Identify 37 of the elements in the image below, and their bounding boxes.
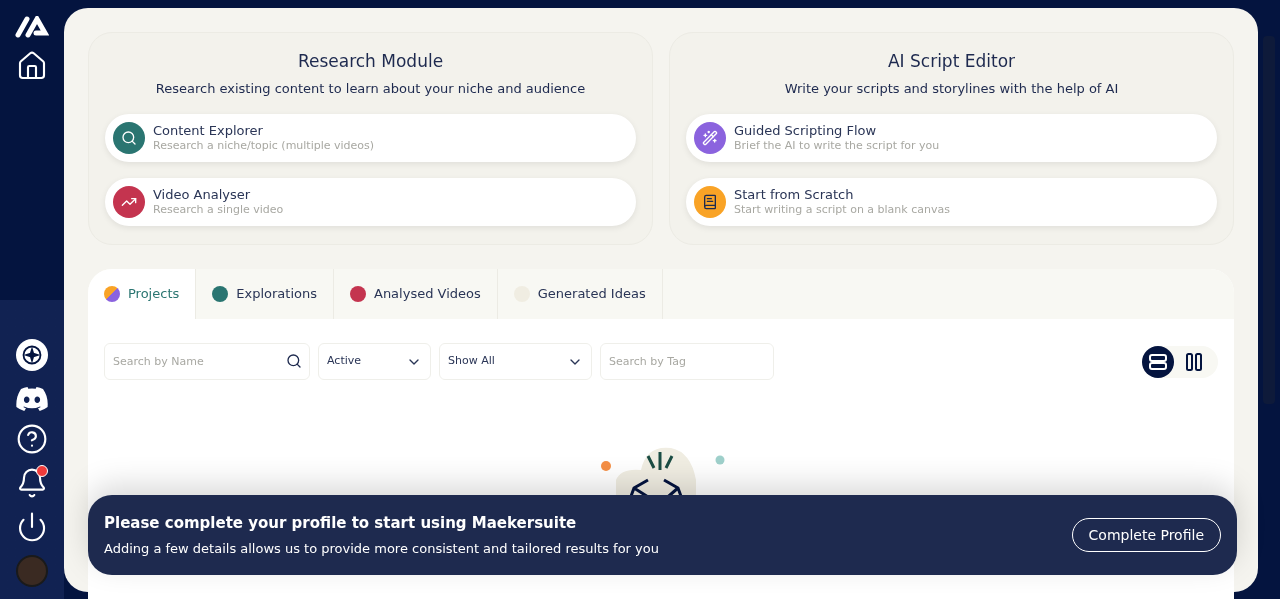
option-title: Guided Scripting Flow — [734, 123, 878, 140]
notebook-icon — [702, 194, 718, 210]
module-subtitle: Write your scripts and storylines with the help of AI — [783, 79, 1120, 98]
module-option[interactable]: Guided Scripting Flow Brief the AI to write the script for you — [686, 114, 1217, 162]
search-icon — [121, 130, 137, 146]
option-subtitle: Brief the AI to write the script for you — [734, 139, 940, 153]
home-icon[interactable] — [16, 50, 48, 82]
option-subtitle: Start writing a script on a blank canvas — [734, 203, 950, 217]
notification-button[interactable] — [16, 467, 48, 499]
option-subtitle: Research a single video — [153, 203, 284, 217]
show-dropdown[interactable]: Show All — [439, 343, 592, 380]
module-option[interactable]: Start from Scratch Start writing a script on a blank canvas — [686, 178, 1217, 226]
logo-icon[interactable] — [15, 16, 49, 38]
columns-icon — [1184, 351, 1204, 372]
search-icon — [286, 353, 302, 369]
option-subtitle: Research a niche/topic (multiple videos) — [153, 139, 375, 153]
banner-text: Adding a few details allows us to provide more consistent and tailored results for you — [104, 539, 660, 558]
magic-wand-icon — [702, 130, 718, 146]
module-title: Research Module — [296, 50, 445, 73]
power-icon[interactable] — [16, 511, 48, 543]
sparkle-button[interactable] — [16, 339, 48, 371]
option-title: Video Analyser — [153, 187, 252, 204]
option-title: Content Explorer — [153, 123, 264, 140]
name-search-field[interactable]: Search by Name — [104, 343, 310, 380]
help-icon[interactable] — [16, 423, 48, 455]
tag-search-field[interactable]: Search by Tag — [600, 343, 774, 380]
tab[interactable]: Projects — [88, 269, 197, 319]
list-view-button[interactable] — [1142, 345, 1174, 378]
banner-title: Please complete your profile to start using Maekersuite — [104, 513, 578, 534]
chat-controller-icon[interactable] — [16, 387, 48, 411]
module-subtitle: Research existing content to learn about your niche and audience — [154, 79, 587, 98]
module-option[interactable]: Video Analyser Research a single video — [105, 178, 636, 226]
module-title: AI Script Editor — [886, 50, 1017, 73]
module-option[interactable]: Content Explorer Research a niche/topic (multiple videos) — [105, 114, 636, 162]
option-title: Start from Scratch — [734, 187, 855, 204]
rows-icon — [1148, 351, 1168, 372]
status-dropdown[interactable]: Active — [318, 343, 431, 380]
